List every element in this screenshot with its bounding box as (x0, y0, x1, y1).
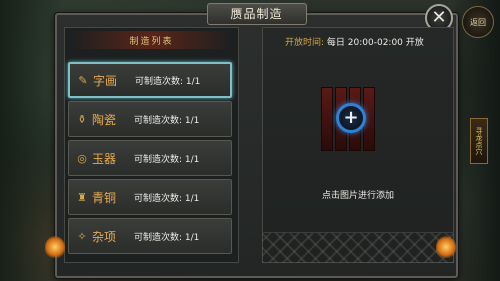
list-item-count: 可制造次数: 1/1 (134, 154, 200, 165)
list-item-name: 杂项 (92, 229, 117, 244)
lantern-right-icon (436, 236, 456, 258)
list-item-name: 青铜 (92, 190, 117, 205)
list-item[interactable]: ◎ 玉器 可制造次数: 1/1 (68, 140, 232, 176)
back-button[interactable]: 返回 (462, 6, 494, 38)
close-icon: ✕ (431, 7, 447, 28)
add-icon[interactable]: + (336, 103, 366, 133)
open-time-value: 每日 20:00-02:00 开放 (326, 38, 424, 48)
lantern-left-icon (45, 236, 65, 258)
list-item-count: 可制造次数: 1/1 (134, 193, 200, 204)
open-time-label: 开放时间: (285, 38, 325, 48)
item-slot[interactable]: + (317, 85, 387, 155)
slot-card (321, 87, 333, 151)
list-item-name: 字画 (93, 73, 118, 88)
plus-glyph: + (343, 107, 359, 128)
side-banner-label: 寻龙点穴 (475, 127, 483, 155)
list-item[interactable]: ✧ 杂项 可制造次数: 1/1 (68, 218, 232, 254)
side-banner[interactable]: 寻龙点穴 (470, 118, 488, 164)
list-item[interactable]: ✎ 字画 可制造次数: 1/1 (68, 62, 232, 98)
misc-icon: ✧ (77, 229, 87, 243)
list-item[interactable]: ♜ 青铜 可制造次数: 1/1 (68, 179, 232, 215)
panel-title: 赝品制造 (206, 3, 307, 25)
bronze-icon: ♜ (77, 190, 87, 204)
open-time: 开放时间: 每日 20:00-02:00 开放 (285, 35, 424, 48)
scroll-icon: ✎ (78, 73, 88, 87)
list-item[interactable]: ⚱ 陶瓷 可制造次数: 1/1 (68, 101, 232, 137)
list-item-count: 可制造次数: 1/1 (134, 232, 200, 243)
list-item-count: 可制造次数: 1/1 (135, 76, 201, 87)
list-item-name: 玉器 (92, 151, 117, 166)
jade-icon: ◎ (77, 151, 87, 165)
back-button-label: 返回 (470, 17, 486, 27)
add-hint: 点击图片进行添加 (321, 191, 394, 201)
pottery-icon: ⚱ (77, 112, 87, 126)
craft-list-header: 制造列表 (70, 31, 233, 49)
list-item-name: 陶瓷 (92, 112, 117, 127)
decorative-lattice (262, 232, 454, 263)
list-item-count: 可制造次数: 1/1 (134, 115, 200, 126)
